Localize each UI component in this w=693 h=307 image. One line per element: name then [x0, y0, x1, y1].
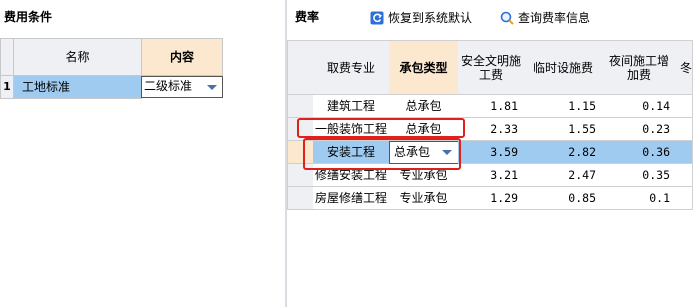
safety-fee-cell[interactable]: 1.29 [458, 187, 525, 210]
temp-fee-cell[interactable]: 1.15 [524, 95, 603, 118]
search-icon [500, 11, 514, 25]
night-fee-cell[interactable]: 0.14 [602, 95, 677, 118]
fee-conditions-panel: 费用条件 名称 内容 1 工地标准 二级标准 [0, 0, 285, 307]
restore-default-label: 恢复到系统默认 [388, 11, 473, 25]
contract-cell[interactable]: 总承包 [389, 95, 459, 118]
query-rate-label: 查询费率信息 [518, 11, 591, 25]
dropdown-value: 总承包 [394, 145, 431, 159]
safety-fee-cell[interactable]: 2.33 [458, 118, 525, 141]
night-fee-cell[interactable]: 0.36 [602, 141, 677, 164]
column-header-safety-fee[interactable]: 安全文明施 工费 [458, 40, 525, 95]
winter-fee-cell[interactable] [676, 187, 693, 210]
column-header-name[interactable]: 名称 [13, 38, 142, 76]
major-cell[interactable]: 房屋修缮工程 [313, 187, 390, 210]
winter-fee-cell[interactable] [676, 118, 693, 141]
row-indicator[interactable] [287, 164, 314, 187]
row-indicator[interactable] [287, 118, 314, 141]
major-cell[interactable]: 修缮安装工程 [313, 164, 390, 187]
column-header-contract-type[interactable]: 承包类型 [389, 40, 459, 95]
row-indicator[interactable] [287, 95, 314, 118]
column-header-temp-facility-fee[interactable]: 临时设施费 [524, 40, 603, 95]
temp-fee-cell[interactable]: 0.85 [524, 187, 603, 210]
contract-cell[interactable]: 总承包 [389, 118, 459, 141]
header-line: 安全文明施 [460, 53, 521, 68]
contract-cell[interactable]: 专业承包 [389, 164, 459, 187]
restore-icon [370, 11, 384, 25]
header-line: 夜间施工增 [608, 53, 669, 68]
header-line: 工费 [478, 67, 503, 82]
winter-fee-cell[interactable] [676, 164, 693, 187]
row-header-corner [0, 38, 14, 76]
header-line: 加费 [626, 67, 651, 82]
temp-fee-cell[interactable]: 1.55 [524, 118, 603, 141]
major-cell[interactable]: 一般装饰工程 [313, 118, 390, 141]
night-fee-cell[interactable]: 0.1 [602, 187, 677, 210]
column-header-winter-fee[interactable]: 冬 [676, 40, 693, 95]
contract-cell[interactable]: 专业承包 [389, 187, 459, 210]
restore-default-button[interactable]: 恢复到系统默认 [370, 9, 472, 27]
safety-fee-cell[interactable]: 3.21 [458, 164, 525, 187]
query-rate-button[interactable]: 查询费率信息 [500, 9, 590, 27]
row-indicator[interactable] [287, 141, 314, 164]
winter-fee-cell[interactable] [676, 141, 693, 164]
fee-rate-panel: 费率 恢复到系统默认 查询费率信息 取费专业 承包类型 安全文明施 工费 临时设… [287, 0, 693, 307]
winter-fee-cell[interactable] [676, 95, 693, 118]
night-fee-cell[interactable]: 0.35 [602, 164, 677, 187]
temp-fee-cell[interactable]: 2.82 [524, 141, 603, 164]
night-fee-cell[interactable]: 0.23 [602, 118, 677, 141]
condition-content-dropdown[interactable]: 二级标准 [141, 76, 223, 98]
row-header-corner [287, 40, 314, 95]
chevron-down-icon[interactable] [207, 85, 217, 90]
column-header-night-work-fee[interactable]: 夜间施工增 加费 [602, 40, 677, 95]
panel-title: 费率 [295, 10, 320, 24]
column-header-content[interactable]: 内容 [141, 38, 223, 76]
dropdown-value: 二级标准 [144, 79, 193, 93]
column-header-major[interactable]: 取费专业 [313, 40, 390, 95]
safety-fee-cell[interactable]: 3.59 [458, 141, 525, 164]
condition-name-cell[interactable]: 工地标准 [13, 75, 142, 99]
major-cell[interactable]: 安装工程 [313, 141, 390, 164]
temp-fee-cell[interactable]: 2.47 [524, 164, 603, 187]
row-number[interactable]: 1 [0, 75, 14, 99]
chevron-down-icon[interactable] [442, 150, 452, 155]
row-indicator[interactable] [287, 187, 314, 210]
safety-fee-cell[interactable]: 1.81 [458, 95, 525, 118]
major-cell[interactable]: 建筑工程 [313, 95, 390, 118]
panel-title: 费用条件 [4, 10, 53, 24]
contract-type-dropdown[interactable]: 总承包 [389, 141, 459, 164]
